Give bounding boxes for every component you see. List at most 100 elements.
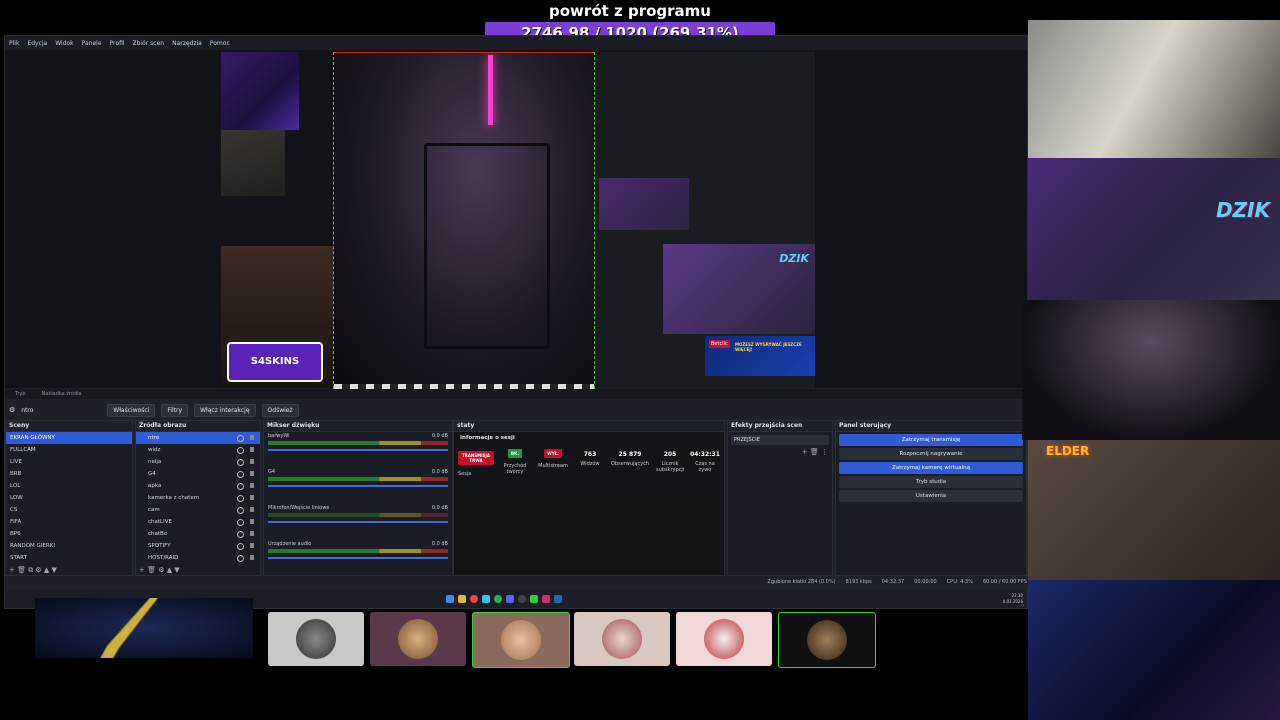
lock-icon[interactable]: [250, 447, 254, 452]
scene-item[interactable]: FULLCAM: [6, 444, 132, 456]
preview-tab-overlay[interactable]: Nakładka źródła: [42, 391, 82, 397]
mixer-channel-name: G4: [268, 469, 276, 475]
eye-icon[interactable]: [237, 507, 244, 514]
taskbar-clock[interactable]: 23:30 4.02.2026: [1003, 593, 1027, 605]
lock-icon[interactable]: [250, 507, 254, 512]
eye-icon[interactable]: [237, 471, 244, 478]
menu-item[interactable]: Panele: [82, 40, 102, 47]
steam-icon[interactable]: [553, 595, 562, 603]
scene-item[interactable]: START: [6, 552, 132, 564]
stat-value: 205: [663, 451, 677, 458]
stat-label: Widzów: [580, 461, 600, 467]
app-icon[interactable]: [481, 595, 490, 603]
stat-value: 04:32:31: [690, 451, 720, 458]
scene-item[interactable]: BP6: [6, 528, 132, 540]
scene-item[interactable]: EKRAN GŁÓWNY: [6, 432, 132, 444]
lock-icon[interactable]: [250, 555, 254, 560]
preview-tab-mode[interactable]: Tryb: [15, 391, 26, 397]
eye-icon[interactable]: [237, 519, 244, 526]
source-item[interactable]: chatBo: [136, 528, 260, 540]
source-item-label: SPOTIFY: [148, 543, 171, 549]
obs-preview[interactable]: S4SKINS DZIK Betclic MOŻESZ WYGRYWAĆ JES…: [5, 50, 1027, 389]
avatar: [807, 620, 847, 660]
folder-icon[interactable]: [457, 595, 466, 603]
volume-slider[interactable]: [268, 485, 448, 487]
volume-slider[interactable]: [268, 557, 448, 559]
eye-icon[interactable]: [237, 531, 244, 538]
studio-mode-button[interactable]: Tryb studia: [839, 476, 1023, 488]
obs-icon[interactable]: [517, 595, 526, 603]
volume-slider[interactable]: [268, 521, 448, 523]
source-item-label: kamerka z chatem: [148, 495, 200, 501]
transition-controls: + 🗑 ⋮: [801, 448, 828, 456]
lock-icon[interactable]: [250, 519, 254, 524]
menu-item[interactable]: Plik: [9, 40, 19, 47]
source-item[interactable]: chatLIVE: [136, 516, 260, 528]
source-item[interactable]: ntro: [136, 432, 260, 444]
source-item[interactable]: cam: [136, 504, 260, 516]
source-item[interactable]: apka: [136, 480, 260, 492]
scene-item[interactable]: LOW: [6, 492, 132, 504]
refresh-button[interactable]: Odśwież: [261, 403, 299, 417]
source-item[interactable]: nelja: [136, 456, 260, 468]
friend-card: [676, 612, 772, 666]
source-item[interactable]: kamerka z chatem: [136, 492, 260, 504]
interact-button[interactable]: Włącz interakcję: [194, 403, 256, 417]
source-item-label: cam: [148, 507, 160, 513]
lock-icon[interactable]: [250, 531, 254, 536]
eye-icon[interactable]: [237, 555, 244, 562]
eye-icon[interactable]: [237, 543, 244, 550]
eye-icon[interactable]: [237, 435, 244, 442]
stop-stream-button[interactable]: Zatrzymaj transmisję: [839, 434, 1023, 446]
menu-item[interactable]: Pomoc: [210, 40, 230, 47]
scene-item[interactable]: CS: [6, 504, 132, 516]
lock-icon[interactable]: [250, 435, 254, 440]
mixer-channel-name: Urządzenie audio: [268, 541, 312, 547]
scene-item[interactable]: LIVE: [6, 456, 132, 468]
menu-item[interactable]: Narzędzia: [172, 40, 202, 47]
menu-item[interactable]: Widok: [55, 40, 73, 47]
transition-select[interactable]: PRZEJŚCIE: [731, 435, 829, 445]
lock-icon[interactable]: [250, 459, 254, 464]
lock-icon[interactable]: [250, 543, 254, 548]
lock-icon[interactable]: [250, 495, 254, 500]
scene-item[interactable]: FIFA: [6, 516, 132, 528]
source-item[interactable]: SPOTIFY: [136, 540, 260, 552]
lock-icon[interactable]: [250, 471, 254, 476]
spotify-icon[interactable]: [493, 595, 502, 603]
filters-button[interactable]: Filtry: [161, 403, 189, 417]
start-recording-button[interactable]: Rozpocznij nagrywanie: [839, 448, 1023, 460]
stat-creator: WŁ. Przychód twórcy: [502, 449, 528, 475]
eye-icon[interactable]: [237, 483, 244, 490]
scene-list: EKRAN GŁÓWNY FULLCAM LIVE BRB LOL LOW CS FIFA BP…: [6, 432, 132, 564]
settings-button[interactable]: Ustawienia: [839, 490, 1023, 502]
properties-button[interactable]: Właściwości: [107, 403, 156, 417]
menu-item[interactable]: Profil: [110, 40, 125, 47]
menu-item[interactable]: Zbiór scen: [133, 40, 165, 47]
source-item[interactable]: G4: [136, 468, 260, 480]
eye-icon[interactable]: [237, 447, 244, 454]
stat-label: Multistream: [538, 463, 568, 469]
menu-item[interactable]: Edycja: [27, 40, 47, 47]
avatar: [501, 620, 541, 660]
source-item[interactable]: widz: [136, 444, 260, 456]
scene-item[interactable]: BRB: [6, 468, 132, 480]
scene-item[interactable]: LOL: [6, 480, 132, 492]
windows-start-icon[interactable]: [445, 595, 454, 603]
lock-icon[interactable]: [250, 483, 254, 488]
source-item[interactable]: HOST/RAID: [136, 552, 260, 564]
eye-icon[interactable]: [237, 459, 244, 466]
volume-slider[interactable]: [268, 449, 448, 451]
webcam-dzik: DZIK: [1028, 158, 1280, 300]
stop-virtual-camera-button[interactable]: Zatrzymaj kamerę wirtualną: [839, 462, 1023, 474]
controls-title: Panel sterujący: [836, 421, 1026, 432]
eye-icon[interactable]: [237, 495, 244, 502]
app-icon[interactable]: [529, 595, 538, 603]
mixer-channel-db: 0.0 dB: [431, 541, 448, 547]
chrome-icon[interactable]: [469, 595, 478, 603]
stat-followers: 25 879 Obserwujących: [608, 451, 652, 467]
app-icon[interactable]: [541, 595, 550, 603]
webcam-room: [1022, 300, 1280, 440]
scene-item[interactable]: RANDOM GIERKI: [6, 540, 132, 552]
discord-icon[interactable]: [505, 595, 514, 603]
